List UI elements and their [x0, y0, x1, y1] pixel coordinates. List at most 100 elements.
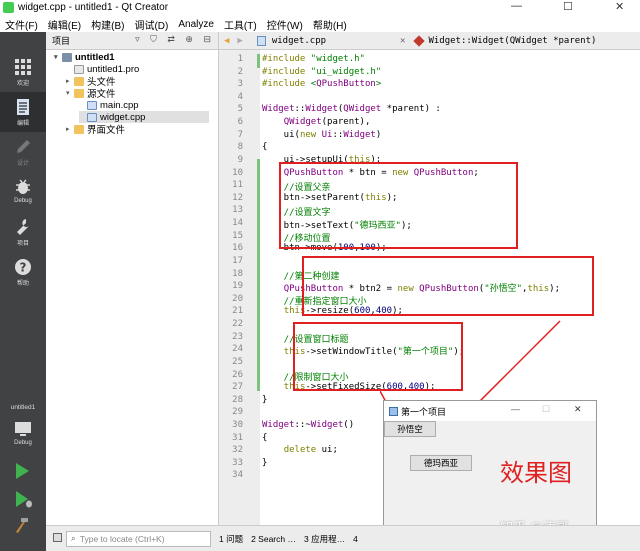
line-number: 29 [232, 407, 243, 418]
tree-item-label: widget.cpp [100, 111, 146, 123]
nav-forward-icon[interactable]: ▶ [237, 36, 242, 46]
folder-icon [74, 76, 84, 86]
line-number: 19 [232, 281, 243, 292]
line-number: 15 [232, 230, 243, 241]
pane-4[interactable]: 4 [353, 534, 358, 544]
menu-edit[interactable]: 编辑(E) [43, 17, 86, 32]
tree-item-sources[interactable]: ▾ 源文件 [66, 87, 116, 100]
expand-arrow-icon[interactable]: ▸ [66, 125, 74, 133]
line-number: 20 [232, 293, 243, 304]
sidebar-toolbar-icons[interactable]: ▿ ⛉ ⇄ ⊕ ⊟ [135, 34, 215, 45]
tree-item-label: main.cpp [100, 99, 139, 111]
nav-back-icon[interactable]: ◀ [224, 36, 229, 46]
pane-search[interactable]: 2 Search … [251, 534, 296, 544]
line-number: 27 [232, 382, 243, 393]
btn-demaxiya[interactable]: 德玛西亚 [410, 455, 472, 471]
result-maximize-icon: ☐ [542, 404, 551, 414]
menu-debug[interactable]: 调试(D) [129, 17, 173, 32]
build-button[interactable] [13, 516, 31, 537]
tree-item-main-cpp[interactable]: main.cpp [79, 99, 139, 111]
wrench-icon [17, 219, 29, 235]
code-line: } [262, 394, 268, 405]
code-line: #include "ui_widget.h" [262, 66, 382, 77]
mode-welcome[interactable]: 欢迎 [0, 52, 46, 92]
line-number: 9 [237, 154, 243, 165]
line-number: 1 [237, 54, 243, 64]
menu-bar: 文件(F) 编辑(E) 构建(B) 调试(D) Analyze 工具(T) 控件… [0, 16, 640, 32]
close-doc-icon[interactable]: ✕ [400, 36, 405, 46]
project-folder-icon [62, 52, 72, 62]
btn2-sunwukong[interactable]: 孙悟空 [384, 421, 436, 437]
cpp-file-icon [256, 35, 266, 46]
svg-text:?: ? [20, 261, 27, 275]
line-number: 24 [232, 344, 243, 355]
menu-tools[interactable]: 工具(T) [219, 17, 262, 32]
pane-app-output[interactable]: 3 应用程… [304, 533, 345, 545]
run-button[interactable] [13, 462, 31, 483]
line-number: 5 [237, 104, 243, 115]
editor-symbol-selector[interactable]: Widget::Widget(QWidget *parent) [428, 36, 596, 46]
mode-help-label: 帮助 [16, 281, 29, 287]
effect-label: 效果图 [500, 459, 572, 487]
menu-build[interactable]: 构建(B) [86, 17, 129, 32]
expand-arrow-icon[interactable]: ▾ [66, 89, 74, 97]
monitor-icon [15, 422, 31, 436]
editor-file-tab[interactable]: widget.cpp [272, 36, 326, 46]
mode-projects[interactable]: 项目 [0, 212, 46, 252]
line-number: 21 [232, 306, 243, 317]
bug-icon [16, 179, 30, 194]
toggle-sidebar-icon[interactable] [53, 533, 62, 542]
line-number: 17 [232, 255, 243, 266]
line-number: 3 [237, 79, 243, 90]
mode-welcome-label: 欢迎 [16, 81, 29, 87]
code-line: } [262, 457, 268, 468]
locator-input[interactable]: ⌕ Type to locate (Ctrl+K) [66, 530, 211, 547]
tree-item-project[interactable]: ▾ untitled1 [54, 51, 115, 63]
line-number: 25 [232, 356, 243, 367]
line-number: 22 [232, 319, 243, 330]
close-button[interactable]: ✕ [615, 0, 624, 13]
debug-run-button[interactable] [13, 490, 33, 511]
minimize-button[interactable]: — [511, 0, 522, 12]
result-close-icon[interactable]: ✕ [574, 404, 582, 415]
tree-item-label: 界面文件 [87, 125, 126, 136]
line-number: 28 [232, 394, 243, 405]
expand-arrow-icon[interactable]: ▾ [54, 53, 62, 61]
menu-widgets[interactable]: 控件(W) [262, 17, 308, 32]
qt-logo-icon [3, 2, 14, 13]
mode-debug[interactable]: Debug [0, 172, 46, 212]
mode-bar: 欢迎 编辑 设计 Debug 项目 ? 帮助 untitled1 Debug [0, 32, 46, 551]
hammer-icon [16, 518, 28, 533]
tree-item-forms[interactable]: ▸ 界面文件 [66, 123, 126, 136]
line-number: 6 [237, 117, 243, 128]
line-number: 34 [232, 470, 243, 481]
document-icon [17, 99, 29, 115]
line-number: 33 [232, 457, 243, 468]
kit-selector[interactable]: Debug [0, 414, 46, 454]
mode-help[interactable]: ? 帮助 [0, 252, 46, 292]
code-line: #include "widget.h" [262, 54, 365, 64]
line-number: 10 [232, 167, 243, 178]
mode-edit[interactable]: 编辑 [0, 92, 46, 132]
line-number: 8 [237, 142, 243, 153]
sidebar-header: 项目 ▿ ⛉ ⇄ ⊕ ⊟ [46, 32, 218, 50]
menu-file[interactable]: 文件(F) [0, 17, 43, 32]
result-window-title: 第一个项目 [401, 406, 447, 417]
maximize-button[interactable]: ☐ [563, 0, 573, 13]
annotation-box-first-button [279, 162, 518, 249]
mode-design[interactable]: 设计 [0, 132, 46, 172]
pencil-icon [17, 140, 30, 153]
code-line: Widget::~Widget() [262, 419, 355, 430]
menu-analyze[interactable]: Analyze [173, 19, 219, 30]
window-icon [389, 406, 398, 416]
tree-item-label: untitled1 [75, 51, 115, 63]
menu-help[interactable]: 帮助(H) [308, 17, 352, 32]
pane-issues[interactable]: 1 问题 [219, 533, 243, 545]
expand-arrow-icon[interactable]: ▸ [66, 77, 74, 85]
line-number: 18 [232, 268, 243, 279]
result-minimize-icon[interactable]: — [511, 404, 520, 414]
cpp-file-icon [87, 100, 97, 110]
symbol-icon [413, 34, 426, 47]
search-icon: ⌕ [71, 533, 76, 543]
pro-file-icon [74, 64, 84, 74]
